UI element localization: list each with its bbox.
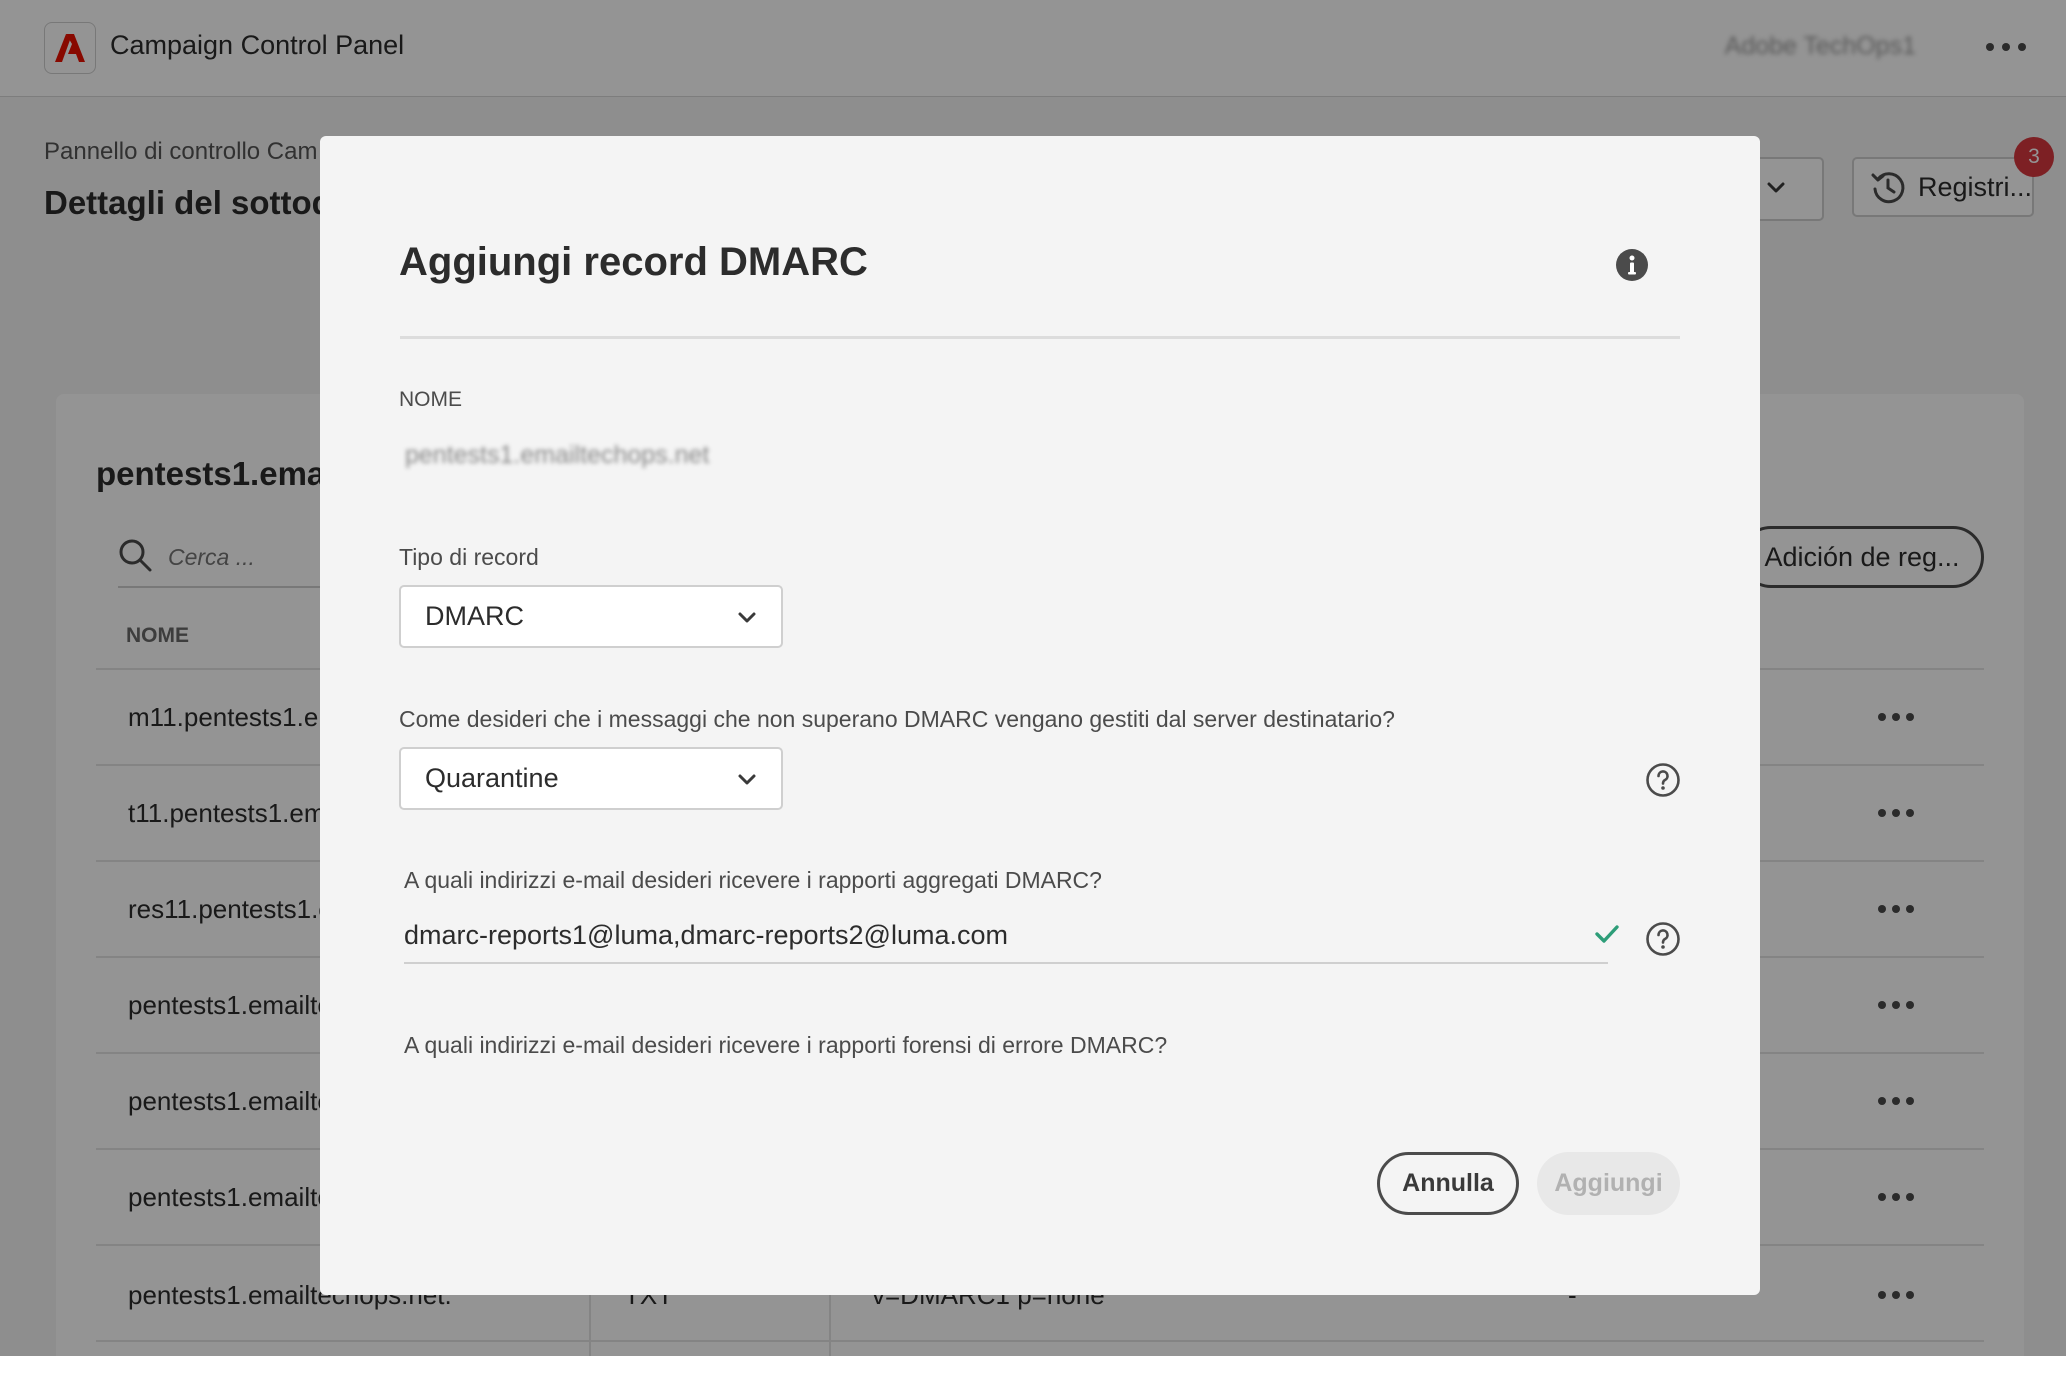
cancel-button[interactable]: Annulla bbox=[1377, 1152, 1519, 1215]
name-value: pentests1.emailtechops.net bbox=[405, 441, 710, 469]
add-dmarc-dialog: Aggiungi record DMARC NOME pentests1.ema… bbox=[320, 136, 1760, 1295]
chevron-down-icon bbox=[738, 612, 756, 622]
policy-value: Quarantine bbox=[425, 763, 559, 793]
record-type-value: DMARC bbox=[425, 601, 524, 631]
help-icon[interactable] bbox=[1645, 762, 1681, 803]
forensic-reports-label: A quali indirizzi e-mail desideri riceve… bbox=[404, 1032, 1168, 1058]
name-label: NOME bbox=[399, 388, 462, 411]
checkmark-icon bbox=[1594, 923, 1620, 950]
policy-label: Come desideri che i messaggi che non sup… bbox=[399, 706, 1395, 732]
help-icon[interactable] bbox=[1645, 921, 1681, 962]
aggregate-reports-input[interactable] bbox=[404, 908, 1608, 964]
chevron-down-icon bbox=[738, 774, 756, 784]
dialog-title: Aggiungi record DMARC bbox=[399, 240, 868, 284]
info-icon[interactable] bbox=[1615, 248, 1649, 287]
dialog-divider bbox=[400, 336, 1680, 339]
add-button[interactable]: Aggiungi bbox=[1537, 1152, 1680, 1215]
policy-select[interactable]: Quarantine bbox=[399, 747, 783, 810]
aggregate-reports-label: A quali indirizzi e-mail desideri riceve… bbox=[404, 867, 1102, 893]
record-type-label: Tipo di record bbox=[399, 544, 539, 570]
record-type-select[interactable]: DMARC bbox=[399, 585, 783, 648]
